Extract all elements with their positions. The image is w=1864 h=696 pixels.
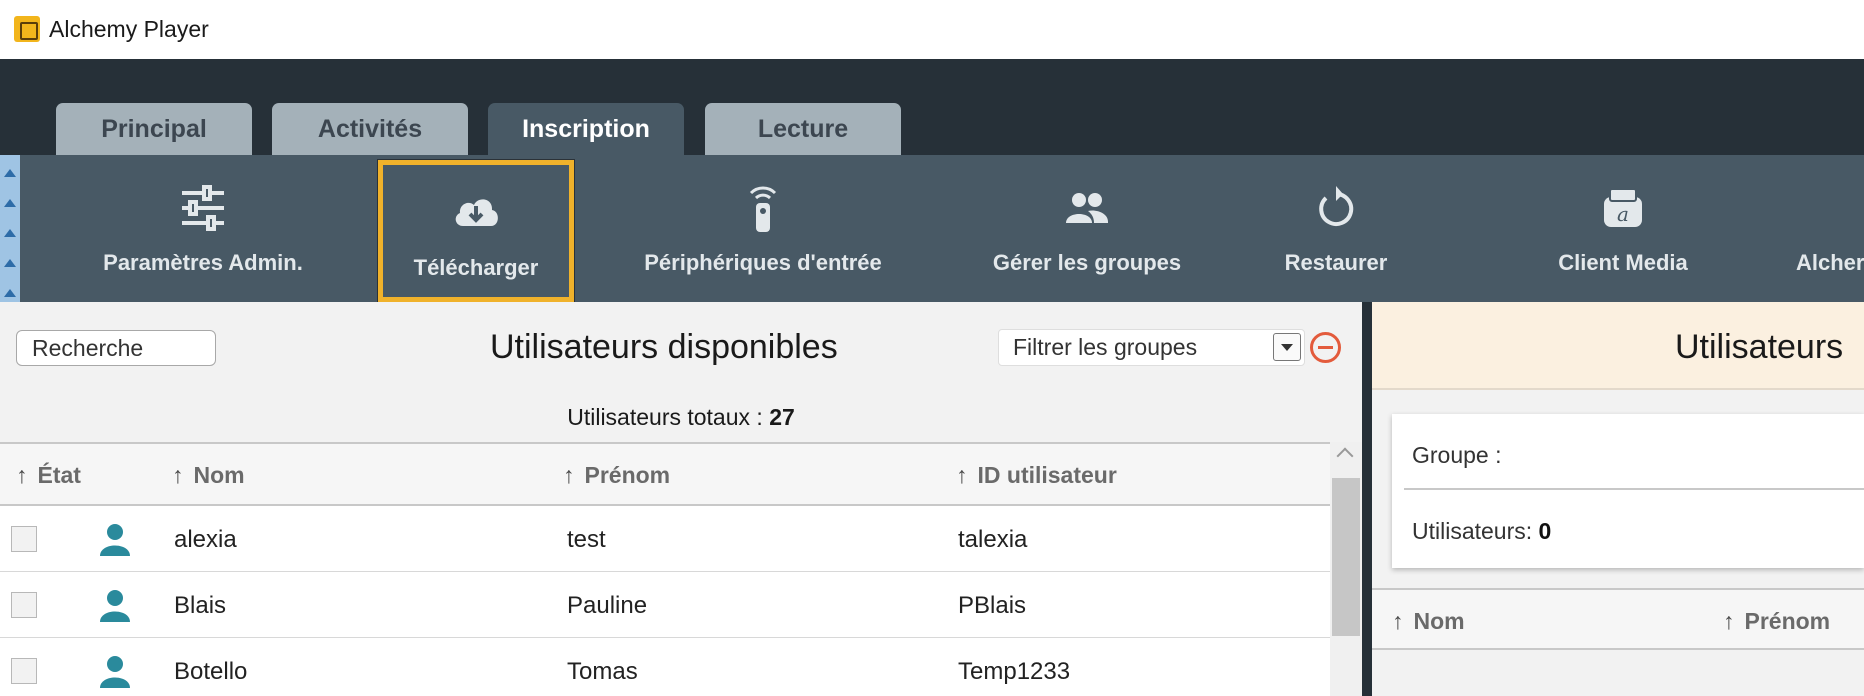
manage-groups-button[interactable]: Gérer les groupes xyxy=(982,155,1192,302)
restore-icon xyxy=(1319,186,1354,226)
svg-text:a: a xyxy=(1617,202,1629,226)
group-filter-select[interactable]: Filtrer les groupes xyxy=(998,329,1305,366)
table-header: ↑ État ↑ Nom ↑ Prénom ↑ ID utilisateur xyxy=(0,444,1330,506)
column-header-prenom[interactable]: ↑ Prénom xyxy=(563,462,670,489)
cell-nom: Botello xyxy=(174,658,248,685)
toolbar: Paramètres Admin. Télécharger Périphériq… xyxy=(0,155,1864,302)
group-label: Groupe : xyxy=(1412,442,1502,468)
cell-prenom: test xyxy=(567,526,606,553)
user-icon xyxy=(100,524,130,556)
sliders-icon xyxy=(182,185,224,231)
input-devices-label: Périphériques d'entrée xyxy=(644,250,882,275)
users-group-icon xyxy=(1066,193,1109,223)
sort-arrow-icon: ↑ xyxy=(16,462,28,488)
column-header-prenom[interactable]: ↑ Prénom xyxy=(1723,608,1830,635)
tab-activites[interactable]: Activités xyxy=(272,103,468,155)
manage-groups-label: Gérer les groupes xyxy=(992,250,1182,275)
cell-id: talexia xyxy=(958,526,1028,553)
cloud-download-icon xyxy=(455,199,498,226)
group-table-header: ↑ Nom ↑ Prénom xyxy=(1372,588,1864,650)
column-header-id[interactable]: ↑ ID utilisateur xyxy=(956,462,1117,489)
scroll-up-icon[interactable] xyxy=(1336,447,1354,465)
group-users-count-label: Utilisateurs: xyxy=(1412,518,1539,544)
group-users-title: Utilisateurs xyxy=(1675,328,1844,366)
media-client-button[interactable]: a Client Media xyxy=(1540,155,1706,302)
app-title: Alchemy Player xyxy=(49,16,209,42)
download-button[interactable]: Télécharger xyxy=(378,160,574,302)
tab-inscription[interactable]: Inscription xyxy=(488,103,684,155)
remote-control-icon xyxy=(749,186,777,232)
scroll-thumb[interactable] xyxy=(1332,478,1360,636)
total-users-value: 27 xyxy=(769,404,795,430)
title-bar: Alchemy Player xyxy=(0,0,1864,59)
restore-label: Restaurer xyxy=(1284,250,1388,275)
remove-filter-icon[interactable] xyxy=(1310,332,1341,363)
tab-principal[interactable]: Principal xyxy=(56,103,252,155)
cell-prenom: Tomas xyxy=(567,658,638,685)
cell-id: PBlais xyxy=(958,592,1027,619)
group-users-count: Utilisateurs: 0 xyxy=(1412,518,1551,545)
panel-divider[interactable] xyxy=(1362,302,1372,696)
restore-button[interactable]: Restaurer xyxy=(1264,155,1408,302)
row-checkbox[interactable] xyxy=(11,526,37,552)
table-row[interactable]: alexia test talexia xyxy=(0,506,1330,572)
cell-prenom: Pauline xyxy=(567,592,648,619)
admin-settings-button[interactable]: Paramètres Admin. xyxy=(90,155,316,302)
row-checkbox[interactable] xyxy=(11,592,37,618)
chevron-down-icon[interactable] xyxy=(1273,333,1301,361)
input-devices-button[interactable]: Périphériques d'entrée xyxy=(632,155,894,302)
table-row[interactable]: Blais Pauline PBlais xyxy=(0,572,1330,638)
group-info-card: Groupe : Utilisateurs: 0 xyxy=(1392,414,1864,568)
total-users-label: Utilisateurs totaux : xyxy=(567,404,770,430)
sort-arrow-icon: ↑ xyxy=(1723,608,1735,634)
tab-lecture[interactable]: Lecture xyxy=(705,103,901,155)
users-table: ↑ État ↑ Nom ↑ Prénom ↑ ID utilisateur alexi… xyxy=(0,442,1330,696)
row-checkbox[interactable] xyxy=(11,658,37,684)
download-label: Télécharger xyxy=(413,255,539,280)
app-window: Alchemy Player Principal Activités Inscr… xyxy=(0,0,1864,696)
total-users: Utilisateurs totaux : 27 xyxy=(0,404,1362,431)
group-users-header: Utilisateurs xyxy=(1372,302,1864,390)
alchemy-label: Alcher xyxy=(1796,250,1864,275)
user-icon xyxy=(100,590,130,622)
alchemy-button[interactable]: Alcher xyxy=(1790,155,1864,302)
media-client-label: Client Media xyxy=(1558,250,1688,275)
toolbar-collapse-handle[interactable] xyxy=(0,155,20,302)
group-users-panel: Utilisateurs Groupe : Utilisateurs: 0 ↑ N… xyxy=(1372,302,1864,696)
column-header-nom[interactable]: ↑ Nom xyxy=(1392,608,1465,635)
table-scrollbar[interactable] xyxy=(1330,442,1362,696)
admin-settings-label: Paramètres Admin. xyxy=(103,250,303,275)
sort-arrow-icon: ↑ xyxy=(563,462,575,488)
cell-nom: alexia xyxy=(174,526,237,553)
available-users-panel: Recherche Utilisateurs disponibles Filtr… xyxy=(0,302,1362,696)
search-input[interactable]: Recherche xyxy=(16,330,216,366)
media-client-icon: a xyxy=(1604,188,1642,227)
sort-arrow-icon: ↑ xyxy=(1392,608,1404,634)
cell-nom: Blais xyxy=(174,592,227,619)
column-header-nom[interactable]: ↑ Nom xyxy=(172,462,245,489)
table-row[interactable]: Botello Tomas Temp1233 xyxy=(0,638,1330,696)
divider xyxy=(1404,488,1864,490)
sort-arrow-icon: ↑ xyxy=(172,462,184,488)
column-header-etat[interactable]: ↑ État xyxy=(16,462,81,489)
cell-id: Temp1233 xyxy=(958,658,1071,685)
available-users-title: Utilisateurs disponibles xyxy=(490,328,838,366)
group-users-count-value: 0 xyxy=(1538,518,1552,544)
sort-arrow-icon: ↑ xyxy=(956,462,968,488)
tab-bar: Principal Activités Inscription Lecture xyxy=(0,59,1864,155)
app-logo-icon xyxy=(14,16,40,42)
user-icon xyxy=(100,656,130,688)
